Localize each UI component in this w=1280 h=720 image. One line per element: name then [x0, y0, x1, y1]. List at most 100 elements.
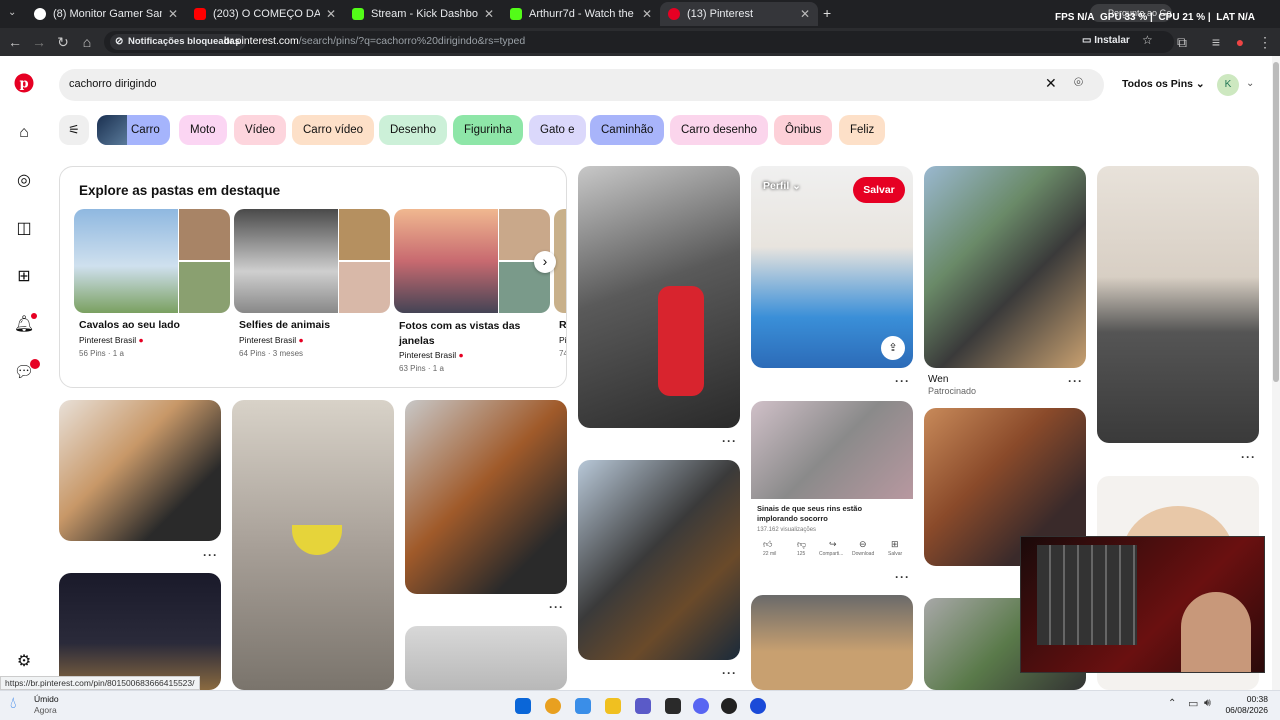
- back-icon[interactable]: ←: [5, 32, 25, 52]
- weather-label[interactable]: Úmido: [34, 694, 59, 704]
- chip-carro-desenho[interactable]: Carro desenho: [670, 115, 769, 145]
- pin-youtube-video[interactable]: Sinais de que seus rins estão implorando…: [751, 401, 913, 565]
- pin-more-icon[interactable]: ···: [203, 548, 218, 562]
- pin-more-icon[interactable]: ···: [1068, 374, 1083, 388]
- chip-video[interactable]: Vídeo: [234, 115, 287, 145]
- close-icon[interactable]: ✕: [326, 7, 336, 21]
- board-name[interactable]: Selfies de animais: [239, 319, 330, 331]
- pin-dog-night[interactable]: [59, 573, 221, 690]
- chrome-icon[interactable]: [545, 698, 561, 714]
- chip-carro[interactable]: Carro: [97, 115, 170, 145]
- messages-icon[interactable]: 💬︎: [12, 359, 40, 385]
- settings-icon[interactable]: ⚙: [12, 650, 36, 674]
- pin-jack-russell-seatbelt[interactable]: [1097, 166, 1259, 443]
- clear-icon[interactable]: ✕: [1045, 75, 1057, 92]
- extensions-icon[interactable]: ⧉: [1172, 32, 1192, 52]
- tab-4-active[interactable]: (13) Pinterest ✕: [660, 2, 818, 26]
- pin-more-icon[interactable]: ···: [549, 600, 564, 614]
- pin-more-icon[interactable]: ···: [895, 570, 910, 584]
- profile-dropdown[interactable]: Perfil ⌄: [763, 180, 801, 192]
- explorer-icon[interactable]: [605, 698, 621, 714]
- bookmark-star-icon[interactable]: ☆: [1142, 33, 1153, 47]
- home-icon[interactable]: ⌂: [12, 121, 36, 145]
- tab-0[interactable]: (8) Monitor Gamer Samsung Od ✕: [26, 2, 186, 26]
- carousel-next-button[interactable]: ›: [534, 251, 556, 273]
- board-name[interactable]: Cavalos ao seu lado: [79, 319, 180, 331]
- discord-icon[interactable]: [693, 698, 709, 714]
- ea-icon[interactable]: [750, 698, 766, 714]
- teams-icon[interactable]: [635, 698, 651, 714]
- pin-dog-toy-car[interactable]: Perfil ⌄ Salvar ⇪: [751, 166, 913, 368]
- pin-more-icon[interactable]: ···: [1241, 450, 1256, 464]
- chip-caminhao[interactable]: Caminhão: [590, 115, 665, 145]
- install-button[interactable]: ▭ Instalar: [1082, 35, 1130, 46]
- camera-search-icon[interactable]: ⌾: [1074, 74, 1083, 91]
- scrollbar-thumb[interactable]: [1273, 62, 1279, 382]
- media-icon[interactable]: ≡: [1206, 32, 1226, 52]
- pin-dachshund-bmw[interactable]: [405, 400, 567, 594]
- tab-search-icon[interactable]: ⌄: [8, 7, 16, 18]
- close-icon[interactable]: ✕: [484, 7, 494, 21]
- close-icon[interactable]: ✕: [168, 7, 178, 21]
- share-icon[interactable]: ⇪: [881, 336, 905, 360]
- pin-sponsored-dog[interactable]: [924, 166, 1086, 368]
- menu-icon[interactable]: ⋮: [1255, 32, 1275, 52]
- pin-dog-road[interactable]: [405, 626, 567, 690]
- search-input[interactable]: cachorro dirigindo: [69, 78, 156, 90]
- pin-dachshund-wheel[interactable]: [578, 460, 740, 660]
- copilot-icon[interactable]: [575, 698, 591, 714]
- board-name[interactable]: R: [559, 319, 566, 331]
- new-tab-icon[interactable]: +: [823, 5, 831, 21]
- tab-3[interactable]: Arthurr7d - Watch the VOD on ✕: [502, 2, 660, 26]
- scrollbar[interactable]: [1272, 56, 1280, 690]
- chip-carro-video[interactable]: Carro vídeo: [292, 115, 375, 145]
- start-icon[interactable]: [515, 698, 531, 714]
- stream-overlay-window[interactable]: [1020, 536, 1265, 673]
- board-cover-2[interactable]: [394, 209, 550, 313]
- network-icon[interactable]: ▭: [1188, 697, 1198, 710]
- close-icon[interactable]: ✕: [642, 7, 652, 21]
- save-button[interactable]: Salvar: [853, 177, 905, 203]
- chip-figurinha[interactable]: Figurinha: [453, 115, 523, 145]
- app-icon[interactable]: [665, 698, 681, 714]
- search-bar[interactable]: cachorro dirigindo ✕ ⌾: [59, 69, 1104, 101]
- account-chevron-icon[interactable]: ⌄: [1246, 78, 1254, 89]
- boards-icon[interactable]: ◫: [12, 217, 36, 241]
- pin-dog-driving-red-vest[interactable]: [578, 166, 740, 428]
- tab-2[interactable]: Stream - Kick Dashboard ✕: [344, 2, 502, 26]
- pin-more-icon[interactable]: ···: [722, 666, 737, 680]
- notifications-icon[interactable]: 🔔︎: [12, 313, 37, 337]
- volume-icon[interactable]: 🔊︎: [1204, 697, 1211, 710]
- pin-dog-sunglasses[interactable]: [751, 595, 913, 690]
- pin-more-icon[interactable]: ···: [722, 434, 737, 448]
- avatar[interactable]: K: [1217, 74, 1239, 96]
- forward-icon[interactable]: →: [29, 32, 49, 52]
- chip-desenho[interactable]: Desenho: [379, 115, 448, 145]
- pinterest-logo-icon[interactable]: p: [12, 73, 36, 97]
- close-icon[interactable]: ✕: [800, 7, 810, 21]
- reload-icon[interactable]: ↻: [53, 32, 73, 52]
- filter-dropdown[interactable]: Todos os Pins ⌄: [1122, 78, 1205, 90]
- profile-icon[interactable]: ●: [1230, 32, 1250, 52]
- chip-onibus[interactable]: Ônibus: [774, 115, 833, 145]
- explore-icon[interactable]: ◎: [12, 169, 36, 193]
- home-icon[interactable]: ⌂: [77, 32, 97, 52]
- pin-golden-retriever-driving[interactable]: [59, 400, 221, 541]
- address-bar[interactable]: ⊘ Notificações bloqueadas br.pinterest.co…: [104, 31, 1174, 53]
- board-name[interactable]: Fotos com as vistas das janelas: [399, 319, 539, 349]
- filters-button[interactable]: ⚟: [59, 115, 89, 145]
- board-cover-1[interactable]: [234, 209, 390, 313]
- pin-husky-couch[interactable]: [232, 400, 394, 690]
- obs-icon[interactable]: [721, 698, 737, 714]
- tab-1[interactable]: (203) O COMEÇO DA CARR ✕: [186, 2, 344, 26]
- pin-more-icon[interactable]: ···: [895, 374, 910, 388]
- create-icon[interactable]: ⊞: [12, 265, 36, 289]
- side-nav: p ⌂ ◎ ◫ ⊞ 🔔︎ 💬︎ ⚙: [0, 56, 48, 690]
- tray-chevron-icon[interactable]: ⌃: [1168, 698, 1176, 709]
- chip-feliz[interactable]: Feliz: [839, 115, 886, 145]
- chip-moto[interactable]: Moto: [179, 115, 227, 145]
- board-cover-0[interactable]: [74, 209, 230, 313]
- sponsor-name[interactable]: Wen: [928, 374, 948, 385]
- chip-gato[interactable]: Gato e: [529, 115, 586, 145]
- clock-time[interactable]: 00:38: [1228, 694, 1268, 704]
